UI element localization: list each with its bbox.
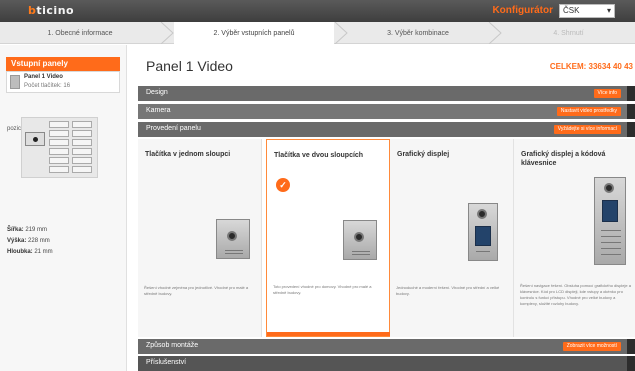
intercom-unit-image [343, 220, 377, 260]
display-screen [475, 226, 491, 246]
row-label: Kamera [146, 107, 171, 114]
sidebar-panel-item[interactable]: Panel 1 Video Počet tlačítek: 16 [6, 71, 120, 93]
row-camera[interactable]: Kamera Nastavit video prostředky [138, 104, 635, 119]
row-action-button[interactable]: Více info [593, 89, 621, 98]
row-label: Způsob montáže [146, 342, 199, 349]
row-edge [627, 86, 635, 101]
chevron-down-icon: ▾ [606, 6, 611, 15]
display-screen [602, 200, 618, 222]
row-action-button[interactable]: Nastavit video prostředky [556, 107, 621, 116]
row-edge [627, 356, 635, 371]
language-value: ČSK [563, 6, 580, 15]
step-2[interactable]: 2. Výběr vstupních panelů [174, 22, 334, 44]
intercom-unit-image [594, 177, 626, 265]
top-bar: bticino Konfigurátor ČSK ▾ [0, 0, 635, 22]
card-title: Tlačítka ve dvou sloupcích [274, 152, 364, 159]
checkmark-icon: ✓ [276, 178, 290, 192]
card-one-column[interactable]: Tlačítka v jednom sloupci Řešení vhodné … [138, 139, 262, 337]
step-4[interactable]: 4. Shrnutí [502, 22, 635, 44]
row-edge [627, 122, 635, 137]
step-navigation: 1. Obecné informace 2. Výběr vstupních p… [0, 22, 635, 44]
page-title: Panel 1 Video [146, 58, 233, 74]
panel-thumbnail [10, 75, 20, 89]
intercom-unit-image [468, 203, 498, 261]
camera-module [25, 132, 45, 146]
camera-lens [477, 209, 487, 219]
row-panel-version[interactable]: Provedení panelu Vyžádejte si více infor… [138, 122, 635, 137]
panel-item-subtitle: Počet tlačítek: 16 [24, 83, 71, 89]
bticino-logo: bticino [28, 4, 75, 17]
intercom-unit-image [216, 219, 250, 259]
step-separator [160, 22, 174, 44]
card-description: Řešení vhodné zejména pro jednotlivé. Vh… [144, 285, 249, 296]
row-label: Design [146, 89, 168, 96]
sidebar-heading: Vstupní panely [6, 57, 120, 71]
camera-lens [354, 232, 364, 242]
step-separator [334, 22, 348, 44]
row-edge [627, 104, 635, 119]
total-code: CELKEM: 33634 40 43 [549, 62, 633, 71]
configurator-title: Konfigurátor [492, 5, 553, 16]
card-title: Tlačítka v jednom sloupci [145, 151, 231, 158]
row-action-button[interactable]: Vyžádejte si více informací [553, 125, 621, 134]
card-graphic-display[interactable]: Grafický displej Jednoduché a moderní ře… [390, 139, 514, 337]
step-separator [488, 22, 502, 44]
row-label: Provedení panelu [146, 125, 201, 132]
camera-lens [604, 183, 614, 193]
row-mounting[interactable]: Způsob montáže Zobrazit více možností [138, 339, 635, 354]
card-two-columns[interactable]: Tlačítka ve dvou sloupcích ✓ Toto proved… [266, 139, 391, 337]
row-design[interactable]: Design Více info [138, 86, 635, 101]
card-description: Jednoduché a moderní řešení. Vhodné pro … [396, 285, 500, 296]
sidebar: Vstupní panely Panel 1 Video Počet tlačí… [0, 45, 127, 371]
language-select[interactable]: ČSK ▾ [559, 4, 615, 18]
card-title: Grafický displej [397, 151, 450, 158]
panel-preview [21, 117, 98, 178]
card-display-keypad[interactable]: Grafický displej a kódová klávesnice Řeš… [514, 139, 635, 337]
step-3[interactable]: 3. Výběr kombinace [348, 22, 488, 44]
row-edge [627, 339, 635, 354]
panel-dimensions: Šířka: 219 mm Výška: 228 mm Hloubka: 21 … [7, 227, 53, 255]
step-1[interactable]: 1. Obecné informace [0, 22, 160, 44]
button-grid [49, 121, 95, 176]
card-description: Toto provedení vhodné pro domovy. Vhodné… [273, 284, 372, 295]
row-accessories[interactable]: Příslušenství [138, 356, 635, 371]
row-action-button[interactable]: Zobrazit více možností [562, 342, 621, 351]
panel-item-title: Panel 1 Video [24, 74, 63, 80]
panel-type-cards: Tlačítka v jednom sloupci Řešení vhodné … [138, 139, 635, 337]
row-label: Příslušenství [146, 359, 187, 366]
card-description: Řešení navigace řešení. Obsluha pomocí g… [520, 283, 631, 306]
app-window: bticino Konfigurátor ČSK ▾ 1. Obecné inf… [0, 0, 635, 371]
selected-indicator [267, 332, 391, 336]
camera-lens [227, 231, 237, 241]
card-title: Grafický displej a kódová klávesnice [521, 151, 606, 167]
